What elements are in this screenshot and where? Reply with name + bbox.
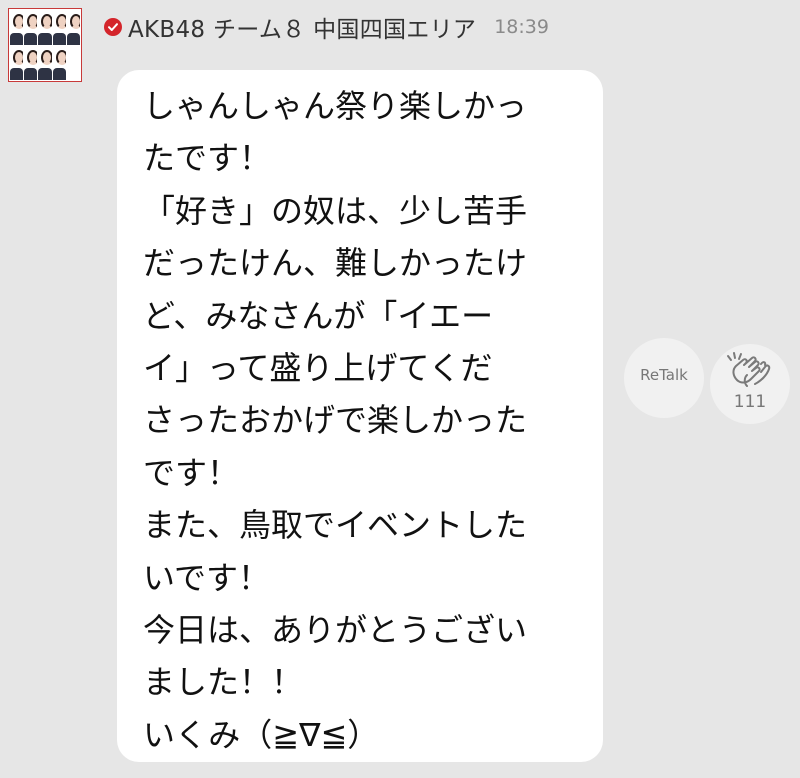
message-line: イ」って盛り上げてくだ bbox=[143, 349, 493, 388]
message-line: また、鳥取でイベントした bbox=[143, 506, 528, 545]
avatar-photo-cell bbox=[24, 10, 38, 45]
message-line: 今日は、ありがとうござい bbox=[143, 611, 528, 650]
verified-check-icon bbox=[104, 18, 122, 36]
message-line: たです！ bbox=[143, 139, 272, 178]
clap-button[interactable]: 111 bbox=[710, 344, 790, 424]
clap-hands-icon bbox=[727, 352, 771, 387]
clap-count: 111 bbox=[733, 392, 767, 412]
message-line: ど、みなさんが「イエー bbox=[143, 296, 494, 335]
avatar-blank-cell bbox=[66, 45, 80, 80]
avatar[interactable] bbox=[8, 8, 82, 82]
avatar-photo-cell bbox=[10, 10, 24, 45]
message-bubble[interactable]: しゃんしゃん祭り楽しかっ たです！ 「好き」の奴は、少し苦手 だったけん、難しか… bbox=[117, 70, 603, 762]
message-line: いくみ（≧∇≦） bbox=[143, 715, 380, 754]
avatar-photo-cell bbox=[52, 46, 66, 80]
retalk-label: ReTalk bbox=[640, 366, 688, 384]
message-line: さったおかげで楽しかった bbox=[143, 401, 528, 440]
message-header: AKB48 チーム８ 中国四国エリア 18:39 bbox=[104, 10, 549, 44]
retalk-button[interactable]: ReTalk bbox=[624, 338, 704, 418]
message-line: しゃんしゃん祭り楽しかっ bbox=[143, 87, 528, 125]
message-timestamp: 18:39 bbox=[494, 16, 549, 38]
message-line: いです！ bbox=[143, 558, 271, 597]
message-line: だったけん、難しかったけ bbox=[143, 244, 528, 283]
avatar-photo-cell bbox=[52, 10, 66, 45]
avatar-photo-cell bbox=[38, 46, 52, 80]
message-line: 「好き」の奴は、少し苦手 bbox=[143, 191, 528, 230]
avatar-photo-cell bbox=[38, 10, 52, 45]
avatar-photo-cell bbox=[24, 46, 38, 80]
avatar-photo-cell bbox=[66, 10, 80, 45]
message-line: ました！！ bbox=[143, 663, 304, 702]
sender-name[interactable]: AKB48 チーム８ 中国四国エリア bbox=[128, 10, 476, 44]
avatar-photo-cell bbox=[10, 46, 24, 80]
message-line: です！ bbox=[143, 453, 240, 492]
